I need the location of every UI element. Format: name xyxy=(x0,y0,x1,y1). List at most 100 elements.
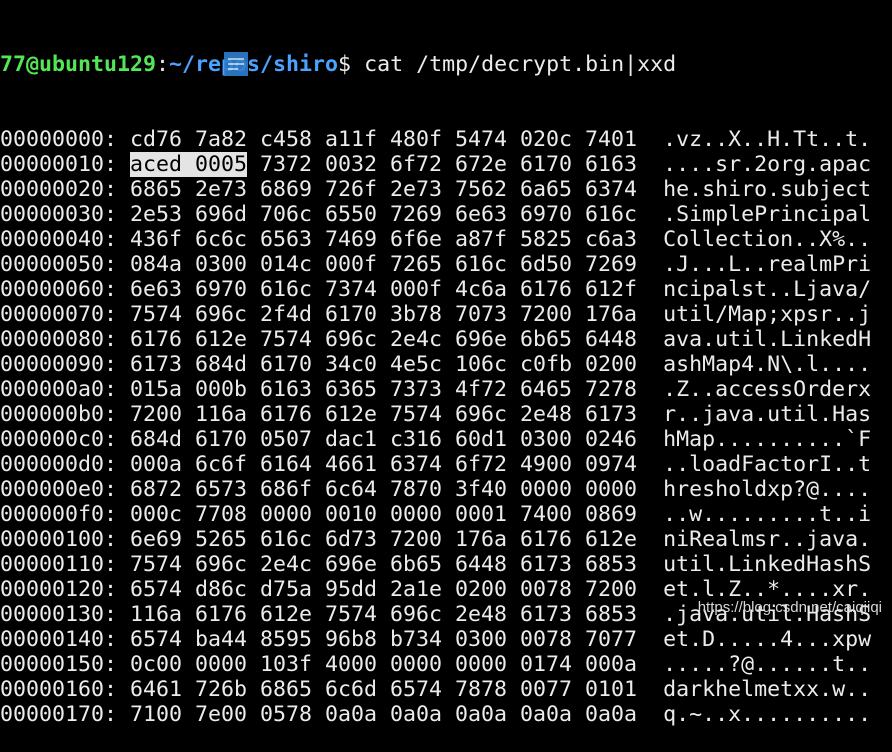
row-ascii: .Z..accessOrderx xyxy=(663,377,872,402)
row-hex: 6173 684d 6170 34c0 4e5c 106c c0fb 0200 xyxy=(130,352,638,377)
hexdump-row: 00000050: 084a 0300 014c 000f 7265 616c … xyxy=(0,252,871,277)
hexdump-row: 00000140: 6574 ba44 8595 96b8 b734 0300 … xyxy=(0,627,871,652)
prompt-line: 77@ubuntu129:~/repos/shiro$ cat /tmp/dec… xyxy=(0,52,871,77)
row-hex: 7100 7e00 0578 0a0a 0a0a 0a0a 0a0a 0a0a xyxy=(130,702,638,727)
row-hex: 7574 696c 2f4d 6170 3b78 7073 7200 176a xyxy=(130,302,638,327)
row-hex: 6574 d86c d75a 95dd 2a1e 0200 0078 7200 xyxy=(130,577,638,602)
row-ascii: .....?@......t.. xyxy=(663,652,872,677)
row-ascii: .J...L..realmPri xyxy=(663,252,872,277)
row-offset: 00000080: xyxy=(0,327,118,352)
row-hex: 6461 726b 6865 6c6d 6574 7878 0077 0101 xyxy=(130,677,638,702)
hexdump-row: 00000040: 436f 6c6c 6563 7469 6f6e a87f … xyxy=(0,227,871,252)
prompt-command: cat /tmp/decrypt.bin|xxd xyxy=(364,52,677,77)
row-ascii: he.shiro.subject xyxy=(663,177,872,202)
row-ascii: hMap..........`F xyxy=(663,427,872,452)
hexdump-row: 00000170: 7100 7e00 0578 0a0a 0a0a 0a0a … xyxy=(0,702,871,727)
row-offset: 00000130: xyxy=(0,602,118,627)
row-offset: 00000070: xyxy=(0,302,118,327)
row-offset: 000000a0: xyxy=(0,377,118,402)
row-hex: 116a 6176 612e 7574 696c 2e48 6173 6853 xyxy=(130,602,638,627)
row-hex: 6e69 5265 616c 6d73 7200 176a 6176 612e xyxy=(130,527,638,552)
row-offset: 00000110: xyxy=(0,552,118,577)
row-hex-rest: 7372 0032 6f72 672e 6170 6163 xyxy=(247,152,638,177)
hexdump-row: 00000110: 7574 696c 2e4c 696e 6b65 6448 … xyxy=(0,552,871,577)
terminal-output[interactable]: 77@ubuntu129:~/repos/shiro$ cat /tmp/dec… xyxy=(0,2,871,752)
row-hex: 7200 116a 6176 612e 7574 696c 2e48 6173 xyxy=(130,402,638,427)
row-ascii: util/Map;xpsr..j xyxy=(663,302,872,327)
row-ascii: ....sr.2org.apac xyxy=(663,152,872,177)
row-ascii: .vz..X..H.Tt..t. xyxy=(663,127,872,152)
row-offset: 00000150: xyxy=(0,652,118,677)
row-hex: 015a 000b 6163 6365 7373 4f72 6465 7278 xyxy=(130,377,638,402)
hexdump-row: 00000000: cd76 7a82 c458 a11f 480f 5474 … xyxy=(0,127,871,152)
row-offset: 000000c0: xyxy=(0,427,118,452)
row-ascii: et.D.....4...xpw xyxy=(663,627,872,652)
row-offset: 00000010: xyxy=(0,152,118,177)
hexdump-row: 00000060: 6e63 6970 616c 7374 000f 4c6a … xyxy=(0,277,871,302)
row-ascii: util.LinkedHashS xyxy=(663,552,872,577)
row-hex: 6865 2e73 6869 726f 2e73 7562 6a65 6374 xyxy=(130,177,638,202)
row-hex: cd76 7a82 c458 a11f 480f 5474 020c 7401 xyxy=(130,127,638,152)
prompt-user-host: 77@ubuntu129 xyxy=(0,52,157,77)
hexdump-row: 00000020: 6865 2e73 6869 726f 2e73 7562 … xyxy=(0,177,871,202)
row-ascii: ncipalst..Ljava/ xyxy=(663,277,872,302)
selected-text: aced 0005 xyxy=(130,152,248,177)
hexdump-row: 00000150: 0c00 0000 103f 4000 0000 0000 … xyxy=(0,652,871,677)
row-ascii: Collection..X%.. xyxy=(663,227,872,252)
row-ascii: q.~..x.......... xyxy=(663,702,872,727)
hexdump-row: 00000080: 6176 612e 7574 696c 2e4c 696e … xyxy=(0,327,871,352)
row-ascii: ..w.........t..i xyxy=(663,502,872,527)
row-hex: 436f 6c6c 6563 7469 6f6e a87f 5825 c6a3 xyxy=(130,227,638,252)
row-ascii: hresholdxp?@.... xyxy=(663,477,872,502)
row-ascii: ashMap4.N\.l.... xyxy=(663,352,872,377)
prompt-path: ~/repos/shiro xyxy=(169,52,339,77)
hexdump-row: 000000c0: 684d 6170 0507 dac1 c316 60d1 … xyxy=(0,427,871,452)
hexdump-row: 00000100: 6e69 5265 616c 6d73 7200 176a … xyxy=(0,527,871,552)
row-ascii: ava.util.LinkedH xyxy=(663,327,872,352)
row-offset: 00000090: xyxy=(0,352,118,377)
row-ascii: ..loadFactorI..t xyxy=(663,452,872,477)
prompt-symbol: $ xyxy=(338,52,365,77)
row-ascii: niRealmsr..java. xyxy=(663,527,872,552)
row-hex: 684d 6170 0507 dac1 c316 60d1 0300 0246 xyxy=(130,427,638,452)
row-offset: 00000020: xyxy=(0,177,118,202)
row-offset: 00000160: xyxy=(0,677,118,702)
hexdump-row: 000000f0: 000c 7708 0000 0010 0000 0001 … xyxy=(0,502,871,527)
row-offset: 00000060: xyxy=(0,277,118,302)
watermark: https://blog.csdn.net/caiqiiqi xyxy=(697,599,882,616)
row-offset: 000000e0: xyxy=(0,477,118,502)
hexdump-row: 00000030: 2e53 696d 706c 6550 7269 6e63 … xyxy=(0,202,871,227)
row-offset: 00000170: xyxy=(0,702,118,727)
row-hex: 000a 6c6f 6164 4661 6374 6f72 4900 0974 xyxy=(130,452,638,477)
row-offset: 00000000: xyxy=(0,127,118,152)
hexdump-row: 00000070: 7574 696c 2f4d 6170 3b78 7073 … xyxy=(0,302,871,327)
row-offset: 00000030: xyxy=(0,202,118,227)
row-offset: 00000050: xyxy=(0,252,118,277)
row-hex: 2e53 696d 706c 6550 7269 6e63 6970 616c xyxy=(130,202,638,227)
row-ascii: .SimplePrincipal xyxy=(663,202,872,227)
row-hex: 6872 6573 686f 6c64 7870 3f40 0000 0000 xyxy=(130,477,638,502)
row-offset: 00000040: xyxy=(0,227,118,252)
row-offset: 00000140: xyxy=(0,627,118,652)
row-hex: 084a 0300 014c 000f 7265 616c 6d50 7269 xyxy=(130,252,638,277)
row-offset: 000000d0: xyxy=(0,452,118,477)
row-ascii: darkhelmetxx.w.. xyxy=(663,677,872,702)
row-hex: 6574 ba44 8595 96b8 b734 0300 0078 7077 xyxy=(130,627,638,652)
hexdump-row: 00000160: 6461 726b 6865 6c6d 6574 7878 … xyxy=(0,677,871,702)
hexdump-row: 000000a0: 015a 000b 6163 6365 7373 4f72 … xyxy=(0,377,871,402)
hexdump-row: 000000e0: 6872 6573 686f 6c64 7870 3f40 … xyxy=(0,477,871,502)
hexdump-row: 000000d0: 000a 6c6f 6164 4661 6374 6f72 … xyxy=(0,452,871,477)
row-hex: 6e63 6970 616c 7374 000f 4c6a 6176 612f xyxy=(130,277,638,302)
hexdump-row: 00000090: 6173 684d 6170 34c0 4e5c 106c … xyxy=(0,352,871,377)
hexdump-row: 00000010: aced 0005 7372 0032 6f72 672e … xyxy=(0,152,871,177)
row-hex: 0c00 0000 103f 4000 0000 0000 0174 000a xyxy=(130,652,638,677)
row-offset: 000000b0: xyxy=(0,402,118,427)
row-ascii: r..java.util.Has xyxy=(663,402,872,427)
row-offset: 000000f0: xyxy=(0,502,118,527)
row-offset: 00000100: xyxy=(0,527,118,552)
row-hex: 7574 696c 2e4c 696e 6b65 6448 6173 6853 xyxy=(130,552,638,577)
row-hex: 6176 612e 7574 696c 2e4c 696e 6b65 6448 xyxy=(130,327,638,352)
hexdump-row: 000000b0: 7200 116a 6176 612e 7574 696c … xyxy=(0,402,871,427)
input-method-icon[interactable] xyxy=(224,52,248,76)
row-offset: 00000120: xyxy=(0,577,118,602)
